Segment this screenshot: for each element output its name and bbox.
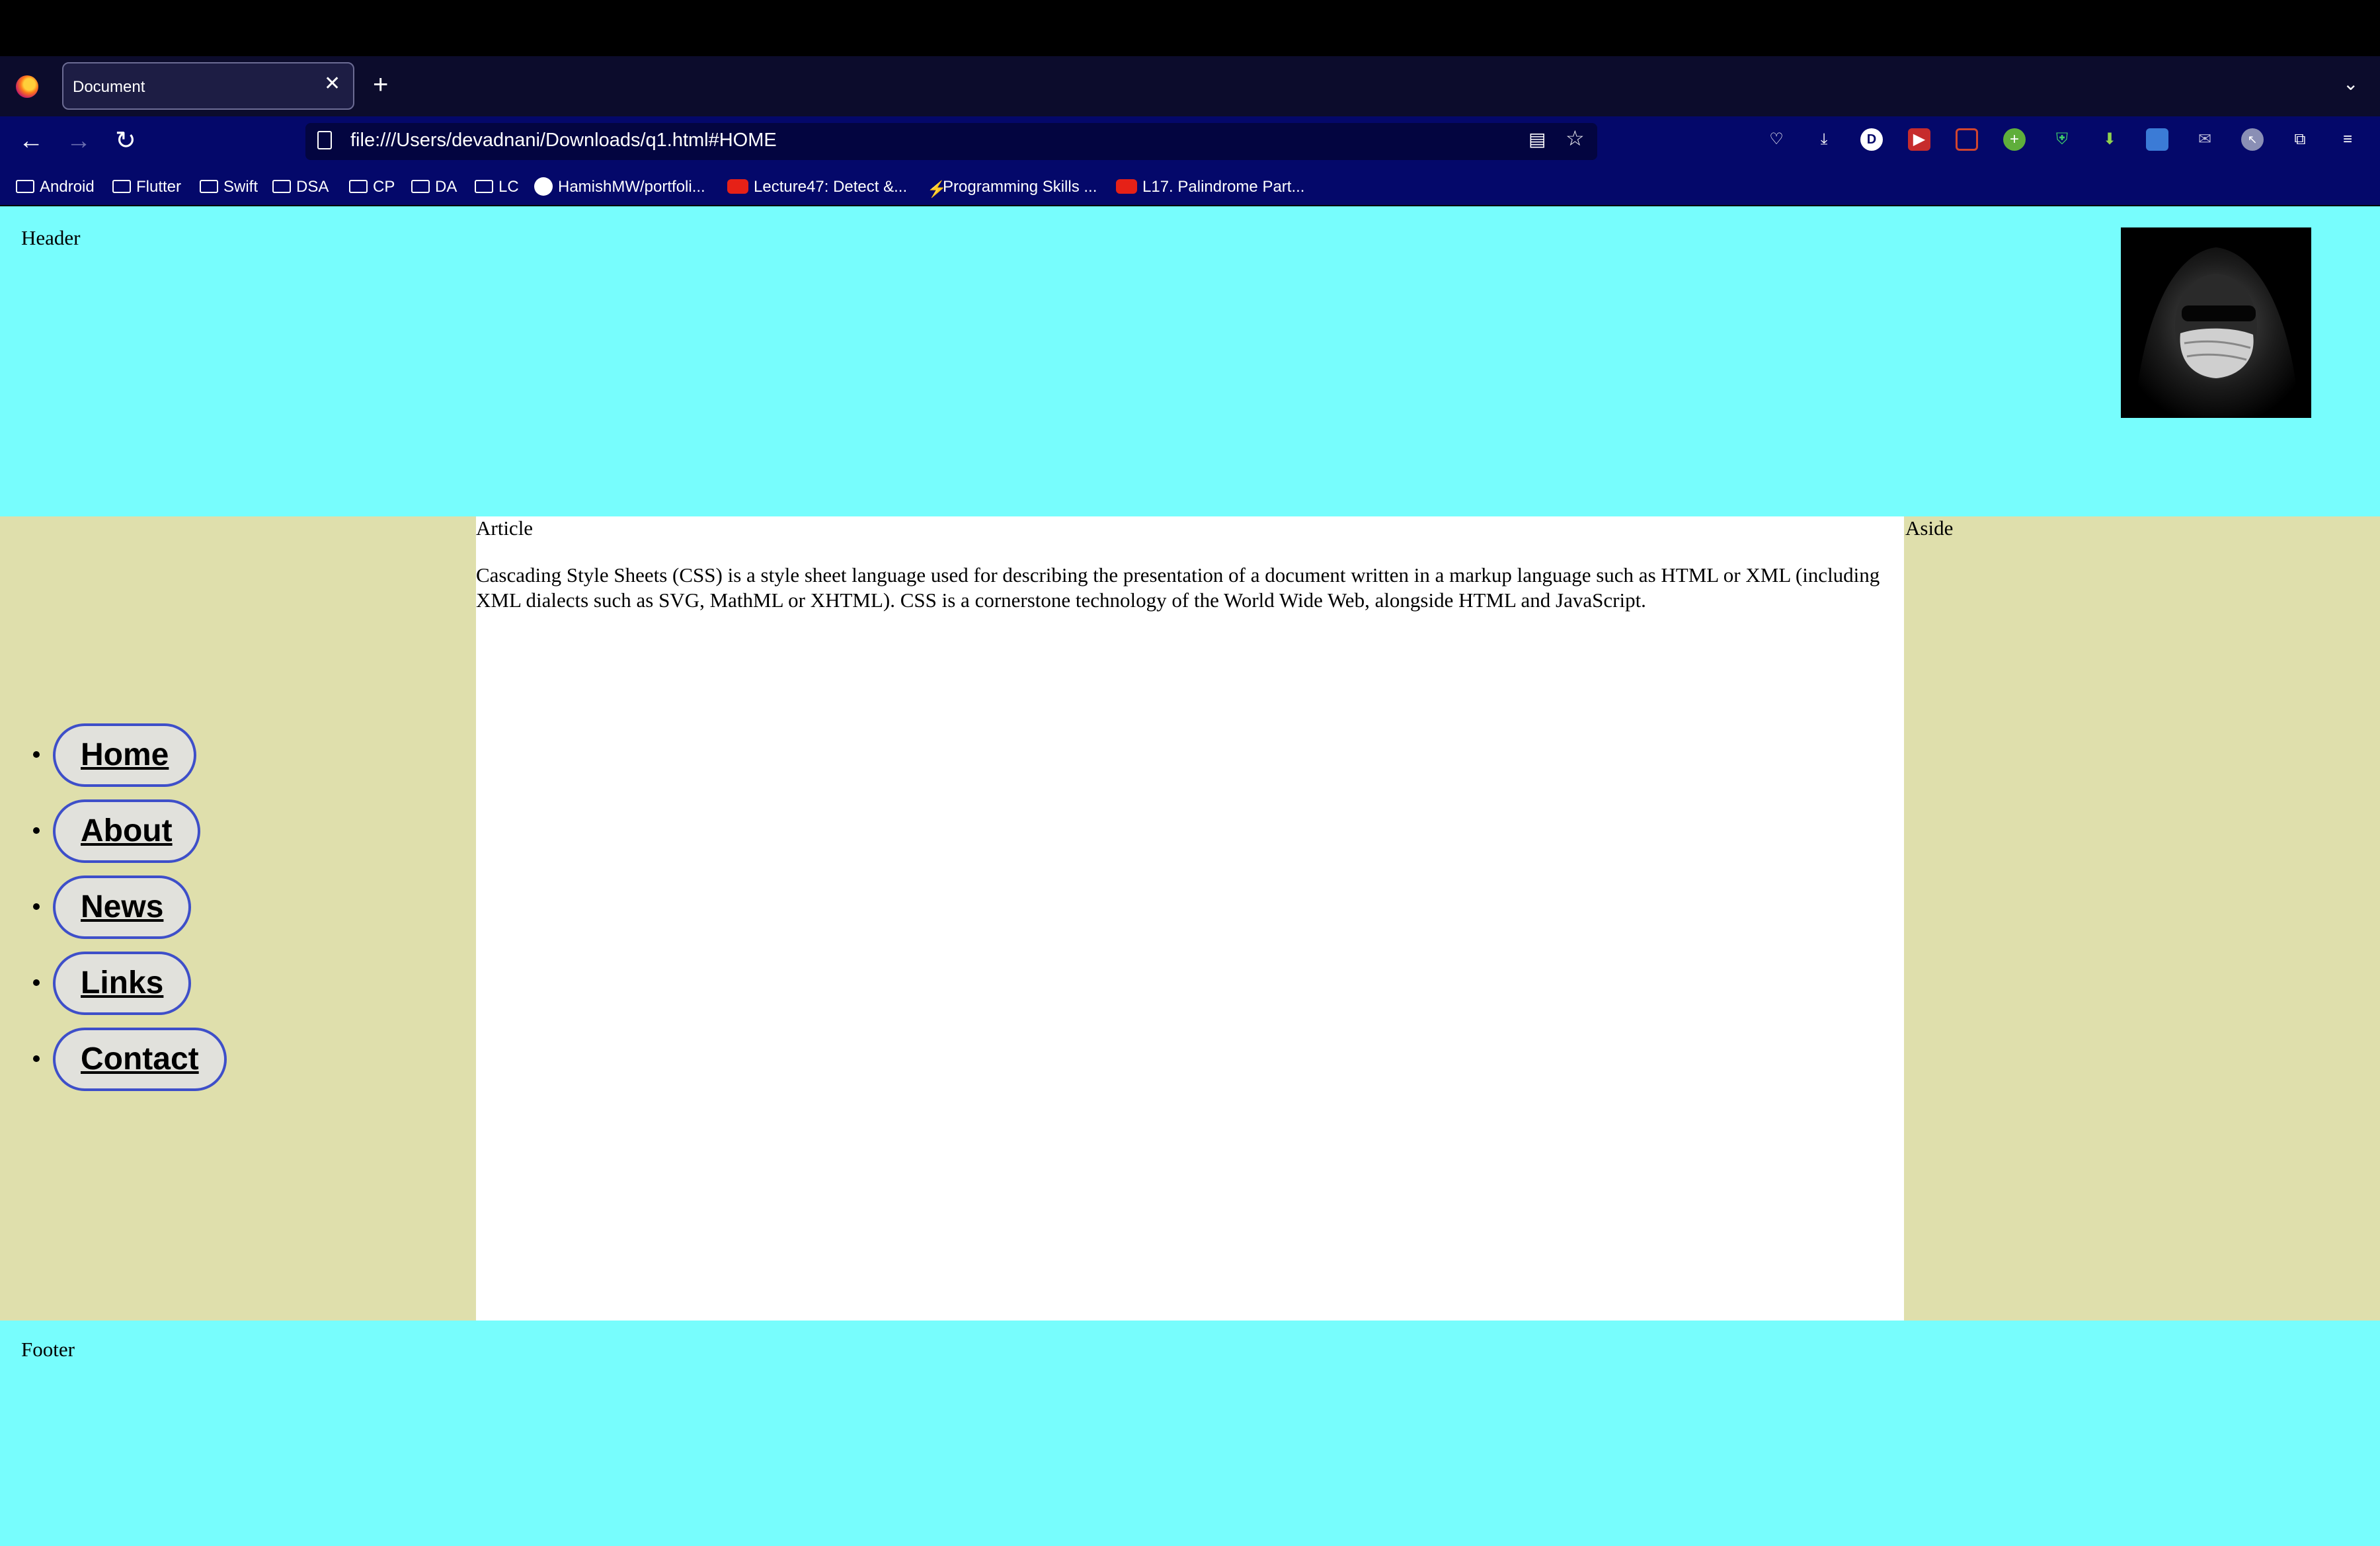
bookmark-item[interactable]: Lecture47: Detect &... — [727, 177, 907, 197]
extensions-puzzle-icon[interactable]: ⧉ — [2289, 128, 2311, 151]
extension-box-icon[interactable] — [1956, 128, 1978, 151]
bookmark-label: Programming Skills ... — [943, 178, 1097, 196]
github-icon — [534, 177, 553, 196]
firefox-icon[interactable] — [16, 75, 38, 98]
page-viewport: Header Home About News Links Contact Art… — [0, 206, 2380, 1546]
nav-link-news[interactable]: News — [53, 875, 192, 939]
extension-red-icon[interactable]: ▶ — [1908, 128, 1930, 151]
bookmark-label: CP — [373, 178, 395, 196]
extension-d-icon[interactable]: D — [1860, 128, 1883, 151]
folder-icon — [475, 180, 493, 193]
page-icon — [317, 131, 332, 149]
bookmark-item[interactable]: Swift — [200, 177, 258, 197]
new-tab-icon[interactable]: + — [373, 71, 388, 98]
extension-plus-icon[interactable]: + — [2003, 128, 2026, 151]
bookmark-item[interactable]: DA — [411, 177, 457, 197]
chevron-down-icon[interactable]: ⌄ — [2343, 73, 2358, 95]
bookmark-label: DA — [435, 178, 457, 196]
forward-arrow-icon[interactable]: → — [66, 128, 91, 154]
article-paragraph: Cascading Style Sheets (CSS) is a style … — [476, 563, 1880, 612]
bookmark-item[interactable]: HamishMW/portfoli... — [534, 177, 705, 197]
bookmark-star-icon[interactable]: ☆ — [1566, 127, 1585, 149]
bookmark-item[interactable]: L17. Palindrome Part... — [1116, 177, 1304, 197]
page-header: Header — [0, 206, 2380, 516]
reload-icon[interactable]: ↻ — [115, 128, 136, 154]
bookmark-label: Swift — [223, 178, 258, 196]
avatar — [2121, 227, 2311, 418]
footer-label: Footer — [21, 1338, 75, 1361]
aside-label: Aside — [1905, 516, 1954, 540]
bookmark-label: DSA — [296, 178, 329, 196]
bookmark-item[interactable]: Flutter — [112, 177, 181, 197]
nav-link-home[interactable]: Home — [53, 723, 197, 787]
menu-icon[interactable]: ≡ — [2336, 128, 2359, 151]
bookmark-label: Android — [40, 178, 95, 196]
article-label: Article — [476, 516, 534, 540]
youtube-icon — [1116, 179, 1137, 194]
tab-close-icon[interactable]: ✕ — [324, 74, 340, 94]
page-aside: Aside — [1904, 516, 2380, 1321]
tab-title: Document — [73, 78, 145, 96]
page-article: Article Cascading Style Sheets (CSS) is … — [476, 516, 1904, 1321]
youtube-icon — [727, 179, 748, 194]
bookmark-item[interactable]: DSA — [272, 177, 329, 197]
pocket-icon[interactable]: ♡ — [1765, 128, 1788, 151]
bookmark-label: L17. Palindrome Part... — [1142, 178, 1305, 196]
folder-icon — [411, 180, 430, 193]
folder-icon — [16, 180, 34, 193]
bookmark-label: Lecture47: Detect &... — [754, 178, 908, 196]
site-icon: ⚡ — [927, 181, 947, 198]
bookmark-label: Flutter — [136, 178, 182, 196]
extension-folder-icon[interactable] — [2146, 128, 2168, 151]
back-arrow-icon[interactable]: ← — [19, 128, 44, 154]
tab-strip — [0, 56, 2380, 116]
bookmark-item[interactable]: CP — [349, 177, 395, 197]
mail-icon[interactable]: ✉ — [2194, 128, 2216, 151]
url-text[interactable]: file:///Users/devadnani/Downloads/q1.htm… — [350, 130, 777, 151]
nav-link-contact[interactable]: Contact — [53, 1028, 227, 1091]
page-nav: Home About News Links Contact — [0, 516, 476, 1321]
folder-icon — [272, 180, 291, 193]
shield-icon[interactable]: ⛨ — [2051, 128, 2073, 151]
folder-icon — [349, 180, 368, 193]
page-footer: Footer — [0, 1321, 2380, 1546]
folder-icon — [112, 180, 131, 193]
hooded-figure-image — [2121, 227, 2311, 418]
reader-view-icon[interactable]: ▤ — [1528, 128, 1546, 151]
extension-arrow-icon[interactable]: ⬇ — [2098, 128, 2121, 151]
bookmark-item[interactable]: LC — [475, 177, 519, 197]
folder-icon — [200, 180, 218, 193]
nav-link-about[interactable]: About — [53, 799, 200, 863]
header-label: Header — [21, 226, 81, 249]
window-titlebar — [0, 0, 2380, 56]
bookmark-label: LC — [498, 178, 519, 196]
bookmark-label: HamishMW/portfoli... — [558, 178, 705, 196]
bookmark-item[interactable]: ⚡Programming Skills ... — [927, 177, 1097, 198]
extension-cursor-icon[interactable]: ↖ — [2241, 128, 2264, 151]
page-main: Home About News Links Contact Article Cascad… — [0, 516, 2380, 1321]
download-icon[interactable]: ⤓ — [1813, 128, 1835, 151]
bookmark-item[interactable]: Android — [16, 177, 95, 197]
nav-link-links[interactable]: Links — [53, 952, 192, 1015]
